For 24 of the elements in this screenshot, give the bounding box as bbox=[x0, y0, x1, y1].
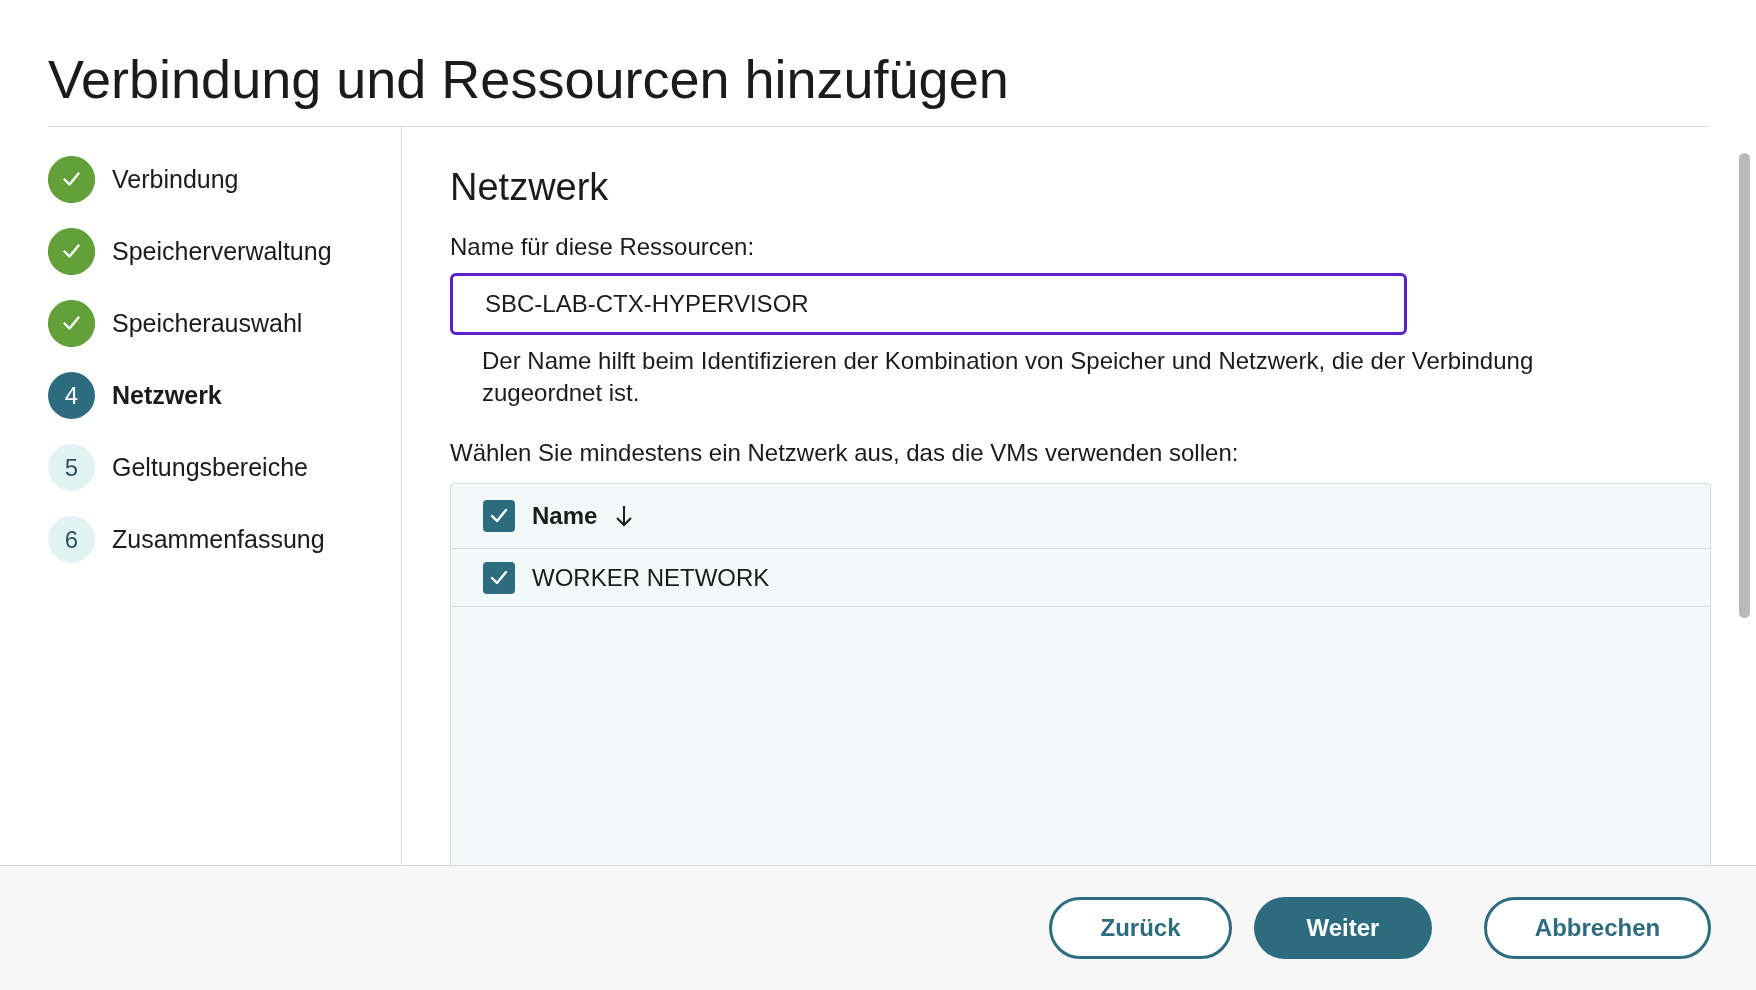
secondary-button[interactable]: Zurück bbox=[1049, 897, 1232, 959]
step-label[interactable]: Speicherverwaltung bbox=[112, 237, 332, 266]
primary-button[interactable]: Weiter bbox=[1254, 897, 1432, 959]
secondary-button[interactable]: Abbrechen bbox=[1484, 897, 1711, 959]
step-label[interactable]: Geltungsbereiche bbox=[112, 453, 308, 482]
table-cell: WORKER NETWORK bbox=[532, 563, 770, 592]
scrollbar[interactable] bbox=[1739, 153, 1750, 618]
name-input-field[interactable]: SBC-LAB-CTX-HYPERVISOR bbox=[450, 273, 1407, 335]
step-number: 4 bbox=[48, 372, 95, 419]
field-label: Name für diese Ressourcen: bbox=[450, 233, 756, 261]
step-label[interactable]: Verbindung bbox=[112, 165, 239, 194]
step-label[interactable]: Zusammenfassung bbox=[112, 525, 325, 554]
sort-arrow-icon[interactable] bbox=[614, 504, 635, 528]
checkbox[interactable] bbox=[483, 561, 515, 594]
section-heading: Netzwerk bbox=[450, 165, 610, 209]
column-header[interactable]: Name bbox=[532, 502, 598, 530]
help-text: Der Name hilft beim Identifizieren der Kombination von Speicher und Netzwerk, die der Verbindung zugeordnet ist. bbox=[482, 346, 1535, 408]
step-label[interactable]: Netzwerk bbox=[112, 381, 222, 410]
step-number: 6 bbox=[48, 516, 95, 563]
checkbox[interactable] bbox=[483, 500, 515, 532]
dialog-title: Verbindung und Ressourcen hinzufügen bbox=[48, 46, 1708, 127]
network-prompt: Wählen Sie mindestens ein Netzwerk aus, das die VMs verwenden sollen: bbox=[450, 439, 1240, 467]
step-label[interactable]: Speicherauswahl bbox=[112, 309, 303, 338]
step-number: 5 bbox=[48, 444, 95, 491]
